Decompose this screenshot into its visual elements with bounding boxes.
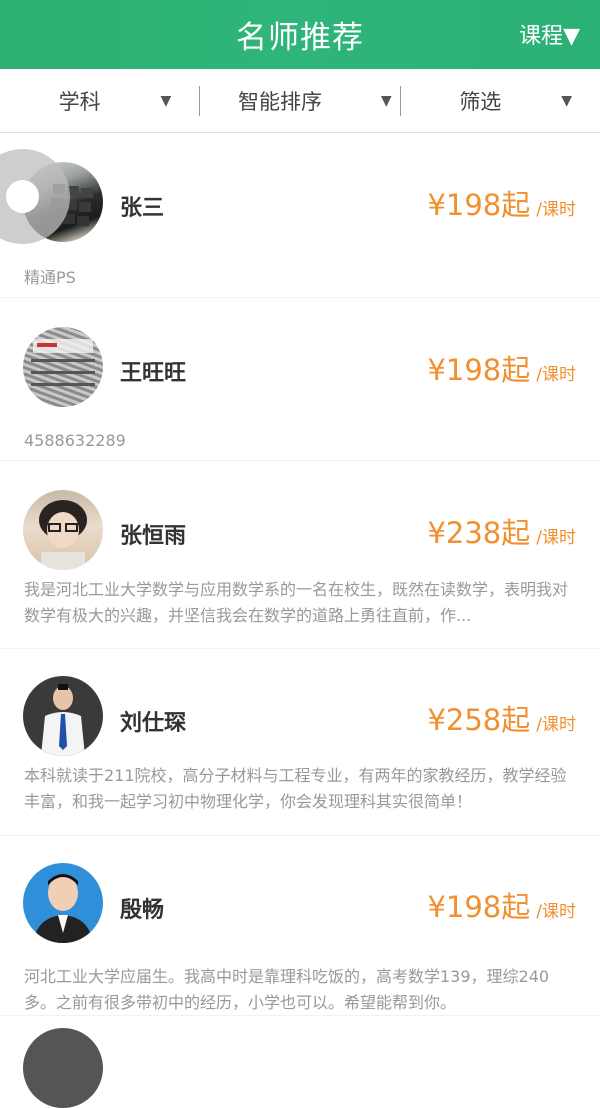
top-bar: 名师推荐 课程▼: [0, 0, 600, 69]
price-amount: ¥258起: [427, 703, 531, 737]
page-title: 名师推荐: [236, 20, 364, 56]
filter-subject[interactable]: 学科 ▼: [0, 69, 199, 132]
teacher-desc: 4588632289: [24, 431, 126, 450]
teacher-name: 张三: [120, 196, 165, 221]
teacher-list: 张三 ¥198起 /课时 精通PS 王旺旺 ¥198起 /课时 45886322…: [0, 134, 600, 1108]
teacher-desc: 本科就读于211院校，高分子材料与工程专业，有两年的家教经历，教学经验丰富，和我…: [24, 766, 567, 811]
teacher-price: ¥198起 /课时: [427, 182, 576, 224]
teacher-item[interactable]: [0, 1016, 600, 1108]
filter-screen-label: 筛选: [459, 89, 502, 114]
price-unit: /课时: [536, 902, 576, 922]
filter-screen[interactable]: 筛选 ▼: [401, 69, 600, 132]
avatar: [23, 863, 103, 943]
teacher-price: ¥198起 /课时: [427, 347, 576, 389]
price-unit: /课时: [536, 365, 576, 385]
price-amount: ¥198起: [427, 188, 531, 222]
price-amount: ¥198起: [427, 353, 531, 387]
price-unit: /课时: [536, 528, 576, 548]
price-amount: ¥238起: [427, 516, 531, 550]
avatar: [23, 676, 103, 756]
chevron-down-icon: ▼: [561, 92, 572, 109]
filter-sort-label: 智能排序: [237, 89, 322, 114]
course-dropdown[interactable]: 课程▼: [519, 18, 580, 50]
teacher-item[interactable]: 殷畅 ¥198起 /课时 河北工业大学应届生。我高中时是靠理科吃饭的，高考数学1…: [0, 836, 600, 1016]
teacher-item[interactable]: 王旺旺 ¥198起 /课时 4588632289: [0, 298, 600, 461]
teacher-item[interactable]: 张恒雨 ¥238起 /课时 我是河北工业大学数学与应用数学系的一名在校生，既然在…: [0, 461, 600, 649]
teacher-price: ¥238起 /课时: [427, 510, 576, 552]
teacher-price: ¥198起 /课时: [427, 884, 576, 926]
price-unit: /课时: [536, 715, 576, 735]
course-dropdown-label: 课程▼: [519, 24, 580, 49]
teacher-name: 殷畅: [120, 898, 165, 923]
teacher-name: 张恒雨: [120, 524, 187, 549]
avatar: [23, 327, 103, 407]
teacher-item[interactable]: 张三 ¥198起 /课时 精通PS: [0, 134, 600, 298]
chevron-down-icon: ▼: [160, 92, 172, 109]
document-photo: [31, 339, 95, 386]
person-photo: [39, 500, 87, 570]
chevron-down-icon: ▼: [380, 92, 392, 109]
price-unit: /课时: [536, 200, 576, 220]
teacher-desc: 我是河北工业大学数学与应用数学系的一名在校生，既然在读数学，表明我对数学有极大的…: [24, 580, 569, 625]
teacher-item[interactable]: 刘仕琛 ¥258起 /课时 本科就读于211院校，高分子材料与工程专业，有两年的…: [0, 649, 600, 836]
person-photo: [41, 684, 85, 756]
filter-bar: 学科 ▼ 智能排序 ▼ 筛选 ▼: [0, 69, 600, 133]
teacher-name: 王旺旺: [120, 361, 187, 386]
price-amount: ¥198起: [427, 890, 531, 924]
avatar: [23, 490, 103, 570]
avatar: [23, 1028, 103, 1108]
teacher-price: ¥258起 /课时: [427, 697, 576, 739]
filter-subject-label: 学科: [58, 89, 101, 114]
filter-sort[interactable]: 智能排序 ▼: [200, 69, 399, 132]
person-photo: [33, 874, 93, 943]
teacher-desc: 河北工业大学应届生。我高中时是靠理科吃饭的，高考数学139，理综240多。之前有…: [24, 967, 550, 1012]
teacher-desc: 精通PS: [24, 268, 76, 287]
teacher-name: 刘仕琛: [120, 711, 187, 736]
